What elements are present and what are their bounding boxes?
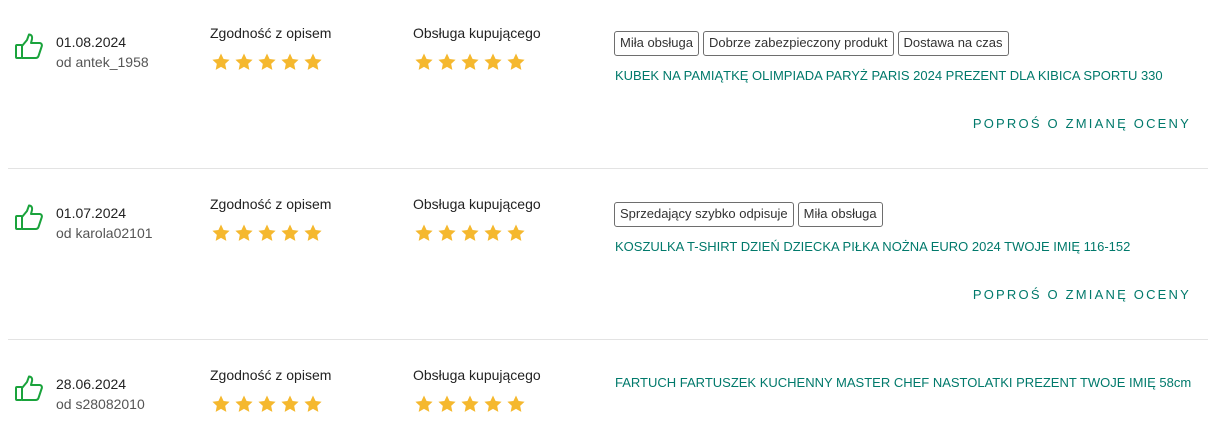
review-date: 01.08.2024 — [56, 34, 127, 50]
star-icon — [506, 223, 526, 243]
star-icon — [460, 394, 480, 414]
request-rating-change-button[interactable]: POPROŚ O ZMIANĘ OCENY — [973, 115, 1191, 133]
review-tag: Dostawa na czas — [897, 31, 1009, 56]
thumbs-up-icon — [14, 374, 44, 404]
rating-service-stars — [414, 52, 526, 72]
star-icon — [280, 394, 300, 414]
criterion-service-label: Obsługa kupującego — [413, 367, 541, 383]
review-author: od antek_1958 — [56, 54, 149, 70]
review-author: od s28082010 — [56, 396, 145, 412]
star-icon — [506, 52, 526, 72]
star-icon — [437, 223, 457, 243]
star-icon — [303, 394, 323, 414]
review-author: od karola02101 — [56, 225, 153, 241]
star-icon — [234, 394, 254, 414]
review-tag: Dobrze zabezpieczony produkt — [703, 31, 894, 56]
review-tag: Sprzedający szybko odpisuje — [614, 202, 794, 227]
star-icon — [460, 52, 480, 72]
star-icon — [414, 394, 434, 414]
rating-description-stars — [211, 223, 323, 243]
star-icon — [257, 223, 277, 243]
thumbs-up-icon — [14, 32, 44, 62]
rating-description-stars — [211, 52, 323, 72]
star-icon — [437, 394, 457, 414]
star-icon — [211, 394, 231, 414]
request-rating-change-button[interactable]: POPROŚ O ZMIANĘ OCENY — [973, 286, 1191, 304]
star-icon — [483, 223, 503, 243]
criterion-service-label: Obsługa kupującego — [413, 196, 541, 212]
star-icon — [257, 394, 277, 414]
star-icon — [234, 223, 254, 243]
star-icon — [303, 223, 323, 243]
criterion-description-label: Zgodność z opisem — [210, 25, 332, 41]
review-tag: Miła obsługa — [614, 31, 699, 56]
star-icon — [257, 52, 277, 72]
product-link[interactable]: FARTUCH FARTUSZEK KUCHENNY MASTER CHEF N… — [615, 374, 1191, 392]
star-icon — [460, 223, 480, 243]
review-tag: Miła obsługa — [797, 202, 883, 227]
reviews-list: 01.08.2024 od antek_1958 Zgodność z opis… — [0, 0, 1227, 432]
star-icon — [280, 223, 300, 243]
review-date: 01.07.2024 — [56, 205, 127, 221]
rating-service-stars — [414, 394, 526, 414]
star-icon — [437, 52, 457, 72]
criterion-service-label: Obsługa kupującego — [413, 25, 541, 41]
star-icon — [483, 52, 503, 72]
star-icon — [483, 394, 503, 414]
product-link[interactable]: KOSZULKA T-SHIRT DZIEŃ DZIECKA PIŁKA NOŻ… — [615, 238, 1130, 256]
review-date: 28.06.2024 — [56, 376, 127, 392]
review-tags: Sprzedający szybko odpisuje Miła obsługa — [614, 202, 883, 227]
rating-service-stars — [414, 223, 526, 243]
rating-description-stars — [211, 394, 323, 414]
star-icon — [280, 52, 300, 72]
star-icon — [211, 52, 231, 72]
row-divider — [8, 339, 1208, 340]
star-icon — [303, 52, 323, 72]
criterion-description-label: Zgodność z opisem — [210, 367, 332, 383]
criterion-description-label: Zgodność z opisem — [210, 196, 332, 212]
star-icon — [414, 223, 434, 243]
star-icon — [414, 52, 434, 72]
star-icon — [234, 52, 254, 72]
star-icon — [506, 394, 526, 414]
star-icon — [211, 223, 231, 243]
row-divider — [8, 168, 1208, 169]
product-link[interactable]: KUBEK NA PAMIĄTKĘ OLIMPIADA PARYŻ PARIS … — [615, 67, 1163, 85]
thumbs-up-icon — [14, 203, 44, 233]
review-tags: Miła obsługa Dobrze zabezpieczony produk… — [614, 31, 1009, 56]
